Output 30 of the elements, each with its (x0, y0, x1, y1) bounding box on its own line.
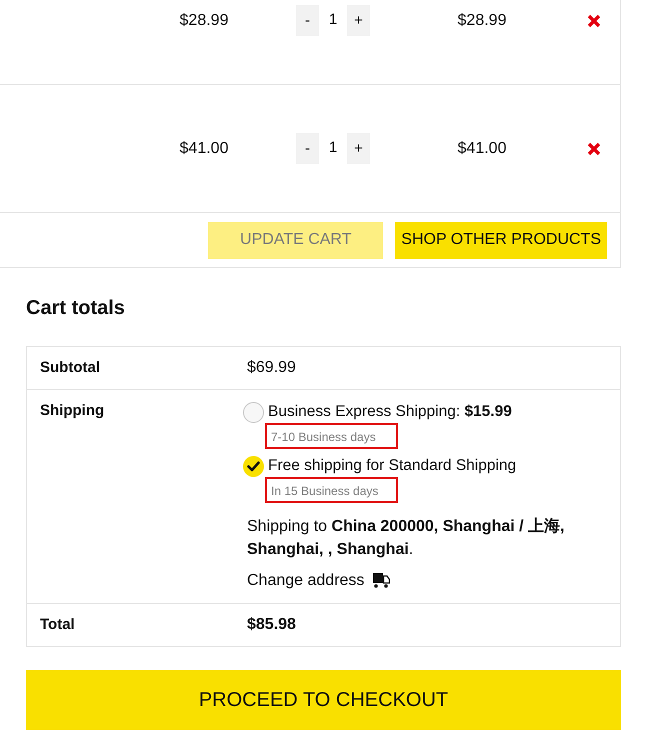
subtotal-label: Subtotal (40, 359, 100, 376)
increase-button[interactable]: + (347, 133, 370, 164)
line-subtotal: $41.00 (458, 138, 506, 158)
cart-totals-title: Cart totals (26, 296, 126, 321)
change-address-link[interactable]: Change address (247, 569, 390, 592)
shipping-option-label[interactable]: Business Express Shipping: $15.99 (268, 403, 512, 421)
shipping-destination: Shipping to China 200000, Shanghai / 上海, Shanghai, , Shanghai. (247, 516, 566, 560)
line-subtotal: $28.99 (458, 10, 506, 30)
radio-button[interactable] (243, 456, 264, 476)
subtotal-value: $69.99 (247, 359, 296, 376)
total-value: $85.98 (247, 616, 296, 633)
checkmark-icon (247, 460, 260, 472)
quantity-field[interactable]: 1 (319, 137, 347, 160)
total-label: Total (40, 616, 75, 633)
increase-button[interactable]: + (347, 5, 370, 36)
decrease-button[interactable]: - (296, 5, 319, 36)
truck-icon (373, 573, 390, 588)
remove-icon[interactable] (587, 14, 601, 28)
delivery-time-note: In 15 Business days (265, 477, 398, 503)
quantity-field[interactable]: 1 (319, 9, 347, 32)
shipping-option-label[interactable]: Free shipping for Standard Shipping (268, 457, 516, 475)
checkout-button[interactable]: PROCEED TO CHECKOUT (26, 670, 621, 730)
shop-products-button[interactable]: SHOP OTHER PRODUCTS (395, 222, 607, 258)
decrease-button[interactable]: - (296, 133, 319, 164)
delivery-time-note: 7-10 Business days (265, 423, 398, 449)
remove-icon[interactable] (587, 142, 601, 156)
unit-price: $28.99 (180, 10, 228, 30)
shipping-label: Shipping (40, 402, 104, 419)
unit-price: $41.00 (180, 138, 228, 158)
radio-button[interactable] (243, 402, 264, 422)
